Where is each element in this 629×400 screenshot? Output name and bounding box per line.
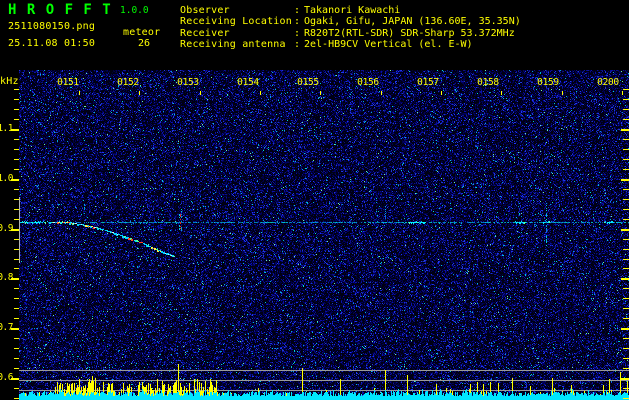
- freq-tick-left: [11, 278, 19, 280]
- info-value: R820T2(RTL-SDR) SDR-Sharp 53.372MHz: [304, 27, 515, 39]
- freq-tick-label: 0.6: [0, 372, 14, 383]
- info-row: Receiving antenna:2el-HB9CV Vertical (el…: [180, 39, 521, 50]
- info-label: Receiver: [180, 27, 230, 39]
- app-version: 1.0.0: [120, 5, 149, 16]
- info-row: Observer: Takanori Kawachi: [180, 5, 521, 16]
- info-value: 2el-HB9CV Vertical (el. E-W): [304, 39, 473, 51]
- info-row: Receiver: R820T2(RTL-SDR) SDR-Sharp 53.37…: [180, 28, 521, 39]
- freq-tick-left: [11, 328, 19, 330]
- app-title: H R O F F T: [8, 2, 112, 18]
- info-row: Receiving Location: Ogaki, Gifu, JAPAN (1…: [180, 16, 521, 27]
- freq-tick-label: 0.8: [0, 272, 14, 284]
- echo-count: 26: [138, 38, 151, 49]
- info-separator: :: [294, 39, 301, 51]
- info-value: Ogaki, Gifu, JAPAN (136.60E, 35.35N): [304, 16, 521, 28]
- freq-tick-left: [11, 229, 19, 231]
- info-label: Observer: [180, 5, 230, 16]
- hrofft-window: H R O F F T 1.0.0 2511080150.png meteor …: [0, 0, 629, 400]
- info-value: Takanori Kawachi: [304, 5, 401, 16]
- freq-axis-unit-label: kHz: [0, 76, 19, 87]
- info-label: Receiving antenna: [180, 39, 286, 51]
- freq-tick-left: [11, 378, 19, 380]
- mode-label: meteor: [123, 27, 161, 38]
- datetime-label: 25.11.08 01:50: [8, 38, 96, 49]
- freq-tick-label: 1.0: [0, 172, 14, 184]
- freq-tick-left: [11, 129, 19, 131]
- info-label: Receiving Location: [180, 16, 292, 28]
- info-separator: :: [294, 5, 301, 16]
- freq-tick-label: 0.9: [0, 222, 14, 234]
- freq-tick-left: [11, 179, 19, 181]
- freq-tick-label: 0.7: [0, 322, 14, 334]
- info-separator: :: [294, 27, 301, 39]
- info-separator: :: [294, 16, 301, 28]
- freq-tick-label: 1.1: [0, 123, 14, 134]
- station-info-block: Observer: Takanori Kawachi Receiving Locat…: [180, 5, 521, 51]
- output-filename: 2511080150.png: [8, 21, 96, 32]
- spectrogram-canvas: [19, 70, 629, 400]
